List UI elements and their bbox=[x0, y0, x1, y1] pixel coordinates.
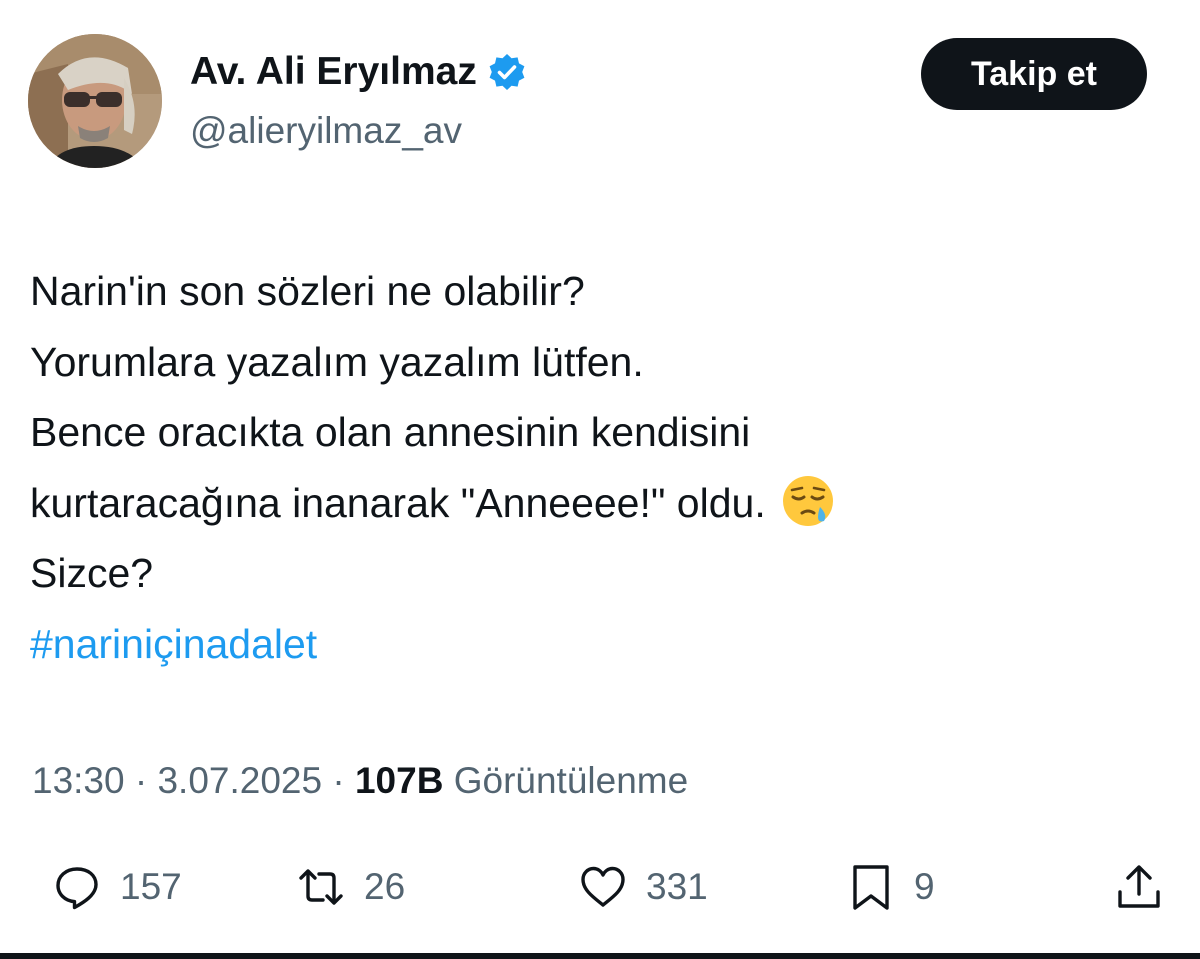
bookmark-button[interactable]: 9 bbox=[846, 855, 935, 919]
verified-badge-icon bbox=[487, 52, 527, 92]
meta-separator: · bbox=[124, 760, 158, 801]
avatar[interactable] bbox=[28, 34, 162, 168]
tweet-date[interactable]: 3.07.2025 bbox=[157, 760, 322, 801]
tweet-time[interactable]: 13:30 bbox=[32, 760, 125, 801]
bookmark-count: 9 bbox=[914, 866, 935, 907]
reply-icon bbox=[52, 862, 102, 912]
author-display-name[interactable]: Av. Ali Eryılmaz bbox=[190, 50, 477, 94]
repost-count: 26 bbox=[364, 866, 406, 907]
heart-icon bbox=[578, 862, 628, 912]
reply-count: 157 bbox=[120, 866, 182, 907]
author-name-row: Av. Ali Eryılmaz bbox=[190, 50, 527, 94]
bookmark-icon bbox=[846, 862, 896, 912]
tweet-line: kurtaracağına inanarak "Anneeee!" oldu. bbox=[30, 479, 766, 526]
tweet-line-with-emoji: kurtaracağına inanarak "Anneeee!" oldu. bbox=[30, 468, 1170, 539]
author-handle[interactable]: @alieryilmaz_av bbox=[190, 110, 462, 152]
share-icon bbox=[1114, 862, 1164, 912]
tweet-line: Narin'in son sözleri ne olabilir? bbox=[30, 268, 585, 314]
tweet-line: Bence oracıkta olan annesinin kendisini bbox=[30, 409, 751, 455]
views-count: 107B bbox=[354, 760, 444, 801]
meta-separator: · bbox=[322, 760, 355, 801]
repost-button[interactable]: 26 bbox=[296, 855, 405, 919]
sleepy-face-icon bbox=[780, 473, 836, 529]
tweet-text: Narin'in son sözleri ne olabilir? Yoruml… bbox=[30, 256, 1170, 679]
repost-icon bbox=[296, 862, 346, 912]
tweet-page: Av. Ali Eryılmaz @alieryilmaz_av Takip e… bbox=[0, 0, 1200, 959]
share-button[interactable] bbox=[1114, 855, 1164, 919]
tweet-line: Sizce? bbox=[30, 550, 154, 596]
reply-button[interactable]: 157 bbox=[52, 855, 182, 919]
bottom-divider bbox=[0, 953, 1200, 959]
tweet-meta: 13:30 · 3.07.2025 · 107B Görüntülenme bbox=[32, 760, 688, 802]
avatar-image bbox=[28, 34, 162, 168]
like-count: 331 bbox=[646, 866, 708, 907]
action-bar: 157 26 331 9 bbox=[0, 855, 1200, 919]
tweet-line: Yorumlara yazalım yazalım lütfen. bbox=[30, 338, 644, 385]
views-label: Görüntülenme bbox=[453, 760, 689, 801]
hashtag-link[interactable]: #nariniçinadalet bbox=[30, 609, 1170, 680]
follow-button[interactable]: Takip et bbox=[921, 38, 1147, 110]
like-button[interactable]: 331 bbox=[578, 855, 708, 919]
